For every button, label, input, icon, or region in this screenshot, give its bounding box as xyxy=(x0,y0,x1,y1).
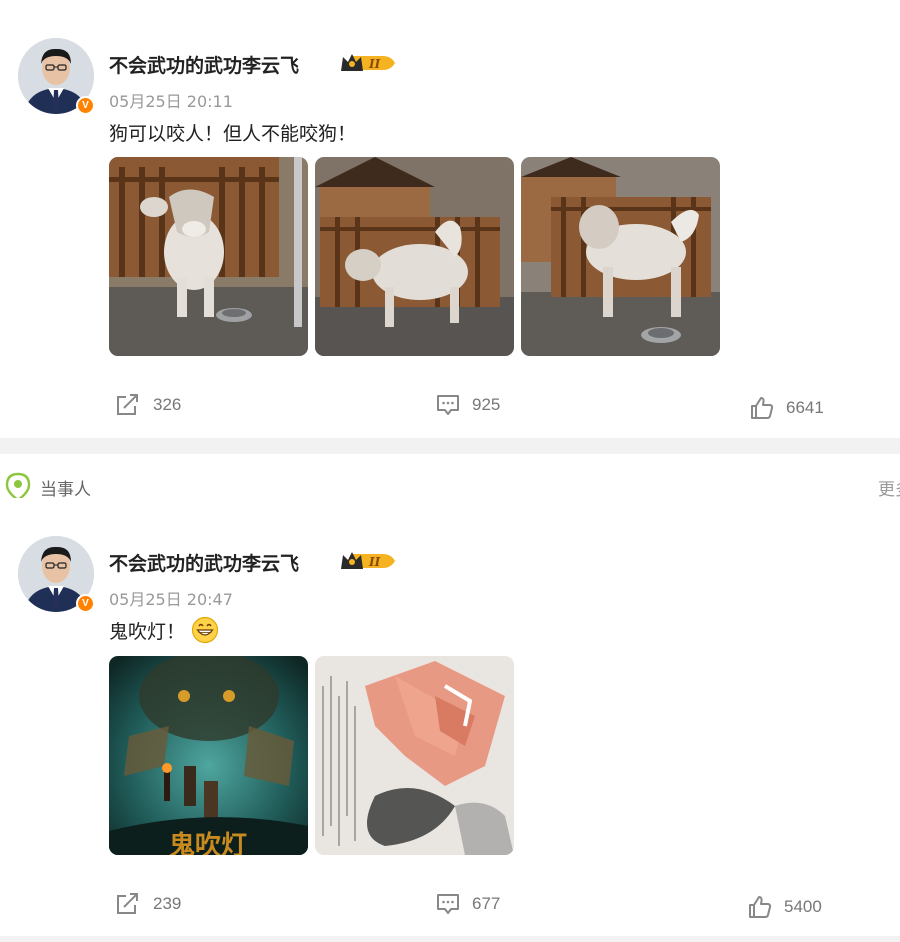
post-time: 05月25日 20:11 xyxy=(109,92,233,111)
repost-count: 239 xyxy=(153,894,182,913)
photo-grid: 鬼吹灯 xyxy=(109,656,514,855)
svg-text:II: II xyxy=(368,555,381,569)
post-divider xyxy=(0,936,900,942)
like-button[interactable]: 5400 xyxy=(748,895,822,919)
comment-button[interactable]: 677 xyxy=(436,892,500,916)
dog-photo-2[interactable] xyxy=(315,157,514,356)
like-count: 5400 xyxy=(784,897,822,916)
verified-badge-icon: V xyxy=(76,594,95,613)
weibo-post-2: V 不会武功的武功李云飞 II 05月25日 20:47 鬼吹灯！ 鬼吹灯 23… xyxy=(0,498,900,918)
like-button[interactable]: 6641 xyxy=(750,396,824,420)
ink-painting-photo[interactable] xyxy=(315,656,514,855)
dog-photo-3[interactable] xyxy=(521,157,720,356)
thumbs-up-icon xyxy=(749,896,772,918)
like-count: 6641 xyxy=(786,398,824,417)
repost-icon xyxy=(117,394,138,415)
dog-photo-1[interactable] xyxy=(109,157,308,356)
repost-button[interactable]: 239 xyxy=(115,892,181,916)
post-actions: 326 925 6641 xyxy=(0,393,900,423)
comment-count: 677 xyxy=(472,894,501,913)
comment-icon xyxy=(437,395,459,415)
repost-button[interactable]: 326 xyxy=(115,393,181,417)
vip-crown-badge-icon[interactable]: II xyxy=(339,51,397,79)
verified-badge-icon: V xyxy=(76,96,95,115)
thumbs-up-icon xyxy=(751,397,774,419)
username[interactable]: 不会武功的武功李云飞 xyxy=(109,51,299,78)
username[interactable]: 不会武功的武功李云飞 xyxy=(109,549,299,576)
post-time: 05月25日 20:47 xyxy=(109,590,233,609)
svg-text:鬼吹灯: 鬼吹灯 xyxy=(169,830,247,855)
repost-count: 326 xyxy=(153,395,182,414)
more-link[interactable]: 更多 xyxy=(878,475,900,500)
comment-icon xyxy=(437,894,459,914)
post-text-content: 鬼吹灯！ xyxy=(109,620,186,643)
weibo-post-1: V 不会武功的武功李云飞 II 05月25日 20:11 狗可以咬人！但人不能咬… xyxy=(0,0,900,438)
svg-text:II: II xyxy=(368,57,381,71)
vip-crown-badge-icon[interactable]: II xyxy=(339,549,397,577)
post-text: 鬼吹灯！ xyxy=(109,616,219,644)
comment-count: 925 xyxy=(472,395,501,414)
movie-poster-photo[interactable]: 鬼吹灯 xyxy=(109,656,308,855)
post-divider xyxy=(0,438,900,454)
post-actions: 239 677 5400 xyxy=(0,892,900,922)
post-text-content: 狗可以咬人！但人不能咬狗！ xyxy=(109,123,357,145)
post-text: 狗可以咬人！但人不能咬狗！ xyxy=(109,119,356,146)
grinning-emoji-icon xyxy=(191,616,219,644)
comment-button[interactable]: 925 xyxy=(436,393,500,417)
photo-grid xyxy=(109,157,720,356)
repost-icon xyxy=(117,893,138,914)
topic-label[interactable]: 当事人 xyxy=(40,475,91,500)
